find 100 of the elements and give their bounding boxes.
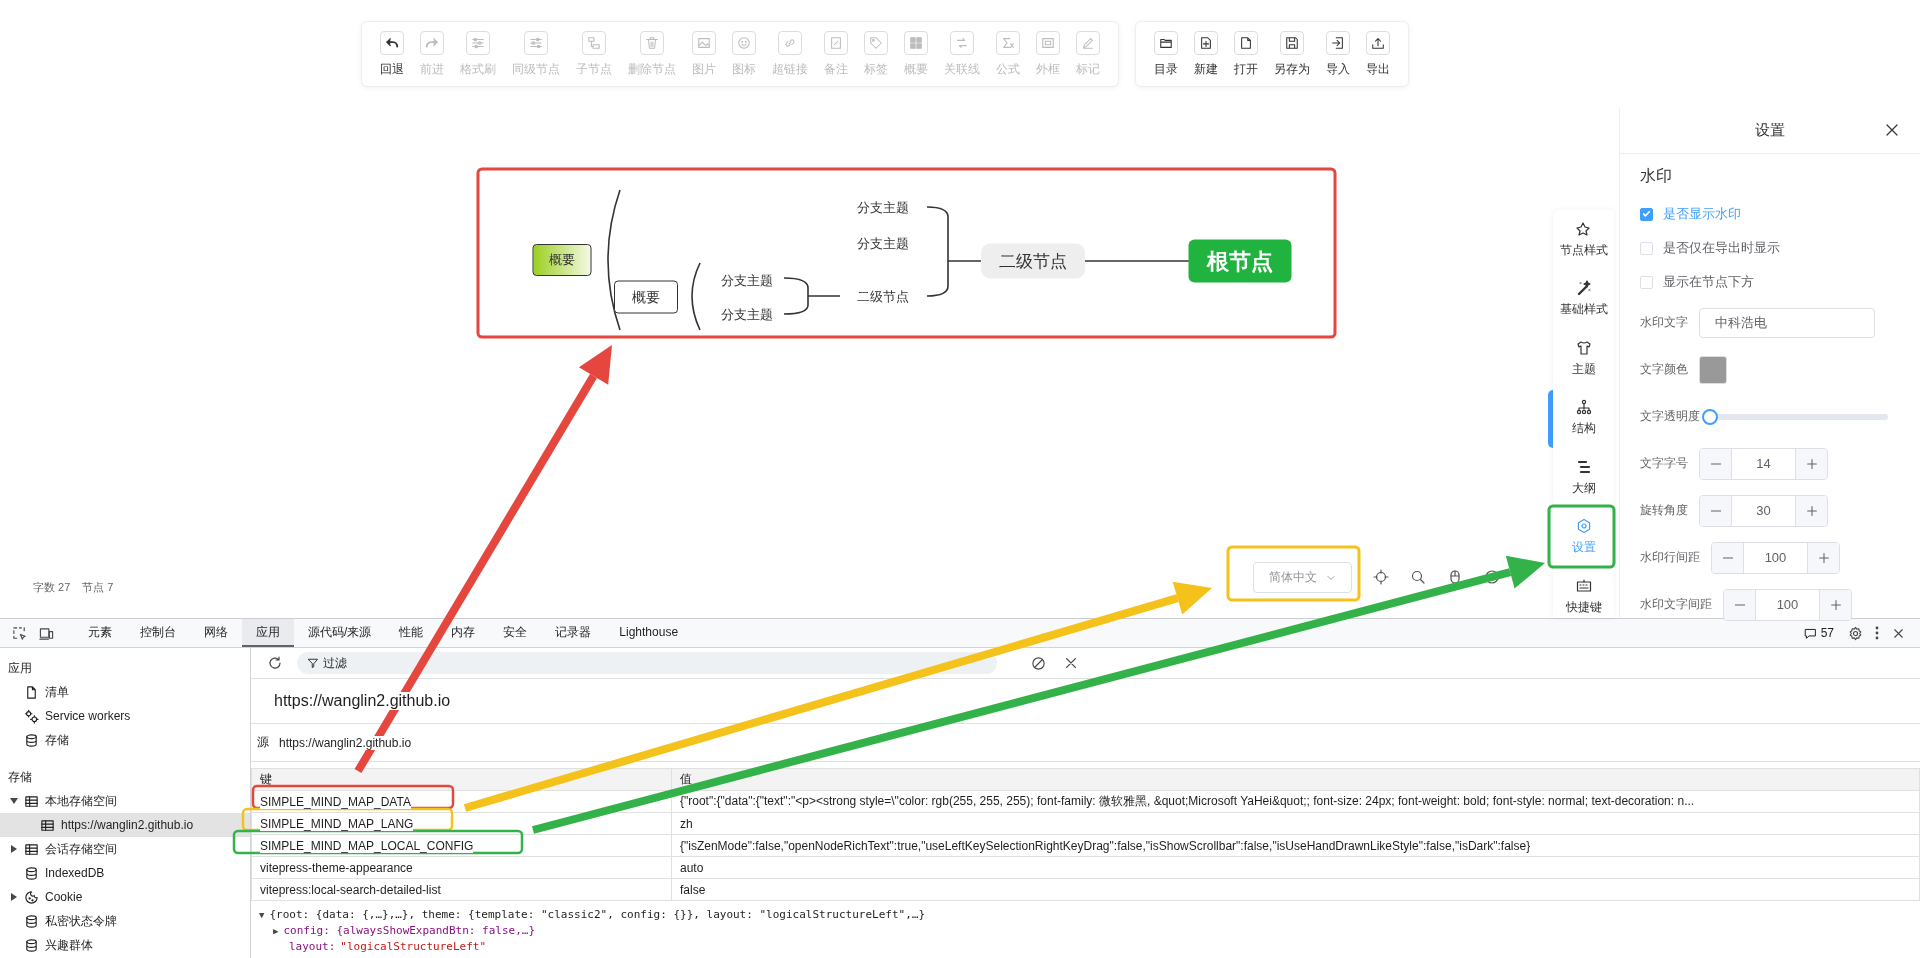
preview-line: {root: {data: {,…},…}, theme: {template: "classic2", config: {}}, layout: "logicalStructureLeft",…} xyxy=(269,907,926,923)
search-button[interactable] xyxy=(1410,569,1426,585)
toolbar-button[interactable]: 回退 xyxy=(372,30,412,78)
filter-field[interactable]: 过滤 xyxy=(297,652,997,674)
field-label: 文字透明度 xyxy=(1640,408,1700,425)
number-stepper[interactable]: 30 xyxy=(1699,494,1828,527)
tree-item[interactable]: 会话存储空间 xyxy=(0,837,250,861)
checkbox[interactable] xyxy=(1640,207,1653,221)
side-tab[interactable]: 结构 xyxy=(1553,388,1614,448)
side-tab[interactable]: 大纲 xyxy=(1553,448,1614,508)
tree-item[interactable]: Cookie xyxy=(0,885,250,909)
increment-button[interactable] xyxy=(1807,542,1839,573)
message-icon xyxy=(1803,626,1817,640)
sliders-icon xyxy=(466,30,490,55)
side-tab[interactable]: 基础样式 xyxy=(1553,269,1614,329)
side-tab[interactable]: 主题 xyxy=(1553,329,1614,389)
toolbar-button[interactable]: 目录 xyxy=(1146,30,1186,78)
devtools-tab[interactable]: 控制台 xyxy=(126,619,190,647)
tree-item[interactable]: https://wanglin2.github.io xyxy=(0,813,250,837)
side-tab[interactable]: 快捷键 xyxy=(1553,567,1614,618)
summary-node[interactable]: 概要 xyxy=(614,280,678,314)
close-button[interactable] xyxy=(1884,122,1900,138)
file-plus-icon xyxy=(1194,30,1218,55)
color-swatch[interactable] xyxy=(1699,355,1727,384)
key-cell[interactable]: vitepress:local-search-detailed-list xyxy=(260,882,441,897)
field-label: 旋转角度 xyxy=(1640,502,1688,519)
increment-button[interactable] xyxy=(1795,495,1827,526)
topic-text[interactable]: 分支主题 xyxy=(717,270,777,292)
child-node-icon xyxy=(582,30,606,55)
tree-item[interactable]: 存储 xyxy=(0,728,250,752)
devtools-tab[interactable]: 应用 xyxy=(242,619,294,647)
checkbox-label[interactable]: 是否仅在导出时显示 xyxy=(1663,239,1780,257)
close-icon xyxy=(1066,658,1076,668)
value-cell[interactable]: {"isZenMode":false,"openNodeRichText":true,"useLeftKeySelectionRightKeyDrag":false,"isShowScrollbar":false,"isUseHandDrawnLikeStyle":false,"isDark":false} xyxy=(671,834,1920,857)
devtools-tab[interactable]: 内存 xyxy=(437,619,490,647)
value-cell[interactable]: false xyxy=(671,878,1920,901)
pen-icon xyxy=(1076,30,1100,55)
database-icon xyxy=(24,913,39,929)
devtools-tab[interactable]: Lighthouse xyxy=(605,619,693,647)
number-stepper[interactable]: 100 xyxy=(1723,588,1852,621)
tree-item[interactable]: 私密状态令牌 xyxy=(0,909,250,933)
tree-item[interactable]: Service workers xyxy=(0,704,250,728)
devtools-tab[interactable]: 记录器 xyxy=(541,619,606,647)
value-cell[interactable]: {"root":{"data":{"text":"<p><strong style=\"color: rgb(255, 255, 255); font-family: 微软雅黑, &quot;Microsoft YaHei&quot;; font-size: 24px; font-weight: bold; font-style: normal; text-decoration: n... xyxy=(671,790,1920,813)
link-icon xyxy=(778,30,802,55)
tree-item[interactable]: 兴趣群体 xyxy=(0,933,250,957)
field-label: 文字字号 xyxy=(1640,455,1688,472)
save-icon xyxy=(1280,30,1304,55)
toolbar-button[interactable]: 新建 xyxy=(1186,30,1226,78)
minus-icon xyxy=(1722,556,1733,559)
number-stepper[interactable]: 14 xyxy=(1699,447,1828,480)
table-icon xyxy=(40,817,55,833)
collapsed-arrow-icon[interactable] xyxy=(10,845,18,853)
panel-handle[interactable] xyxy=(1548,390,1553,448)
expanded-arrow-icon[interactable] xyxy=(10,797,18,805)
tree-item[interactable]: IndexedDB xyxy=(0,861,250,885)
settings-icon xyxy=(1848,625,1863,641)
topic-text[interactable]: 分支主题 xyxy=(853,197,913,219)
increment-button[interactable] xyxy=(1795,448,1827,479)
key-cell[interactable]: SIMPLE_MIND_MAP_LANG xyxy=(260,816,414,831)
summary-node[interactable]: 概要 xyxy=(532,244,592,276)
magic-wand-icon xyxy=(1575,280,1592,297)
checkbox-label[interactable]: 显示在节点下方 xyxy=(1663,273,1754,291)
tree-item[interactable]: 本地存储空间 xyxy=(0,789,250,813)
devtools-tab[interactable]: 源代码/来源 xyxy=(294,619,386,647)
key-cell[interactable]: SIMPLE_MIND_MAP_LOCAL_CONFIG xyxy=(260,838,474,853)
toolbar-button[interactable]: 导出 xyxy=(1358,30,1398,78)
tree-item[interactable]: 清单 xyxy=(0,680,250,704)
devtools-tab[interactable]: 网络 xyxy=(190,619,242,647)
database-icon xyxy=(24,937,39,953)
filter-icon xyxy=(307,657,319,669)
side-tab[interactable]: 节点样式 xyxy=(1553,210,1614,270)
input-field[interactable]: 中科浩电 xyxy=(1699,307,1875,338)
topic-node[interactable]: 二级节点 xyxy=(981,243,1085,279)
column-header[interactable]: 值 xyxy=(671,768,1920,791)
toolbar-button[interactable]: 另存为 xyxy=(1266,30,1318,78)
devtools-tab[interactable]: 安全 xyxy=(489,619,542,647)
key-cell[interactable]: SIMPLE_MIND_MAP_DATA xyxy=(260,794,411,809)
toolbar-button[interactable]: 导入 xyxy=(1318,30,1358,78)
value-cell[interactable]: zh xyxy=(671,812,1920,835)
slider-thumb[interactable] xyxy=(1702,408,1718,425)
toolbar-button[interactable]: 打开 xyxy=(1226,30,1266,78)
expand-arrow[interactable]: ▼ xyxy=(259,907,265,923)
locate-button[interactable] xyxy=(1373,569,1389,585)
value-cell[interactable]: auto xyxy=(671,856,1920,879)
devtools-tab[interactable]: 性能 xyxy=(385,619,438,647)
expand-arrow[interactable]: ▶ xyxy=(273,923,279,939)
devtools-tab[interactable]: 元素 xyxy=(74,619,126,647)
topic-text[interactable]: 分支主题 xyxy=(717,304,777,326)
minus-icon xyxy=(1734,603,1745,606)
sliders-icon xyxy=(524,30,548,55)
number-stepper[interactable]: 100 xyxy=(1711,541,1840,574)
issues-button[interactable]: 57 xyxy=(1795,619,1842,647)
select-element-icon xyxy=(12,625,27,641)
image-icon xyxy=(692,30,716,55)
topic-text[interactable]: 二级节点 xyxy=(853,286,913,308)
topic-text[interactable]: 分支主题 xyxy=(853,233,913,255)
collapsed-arrow-icon[interactable] xyxy=(10,893,18,901)
key-cell[interactable]: vitepress-theme-appearance xyxy=(260,860,413,875)
mouse-button[interactable] xyxy=(1447,569,1463,585)
